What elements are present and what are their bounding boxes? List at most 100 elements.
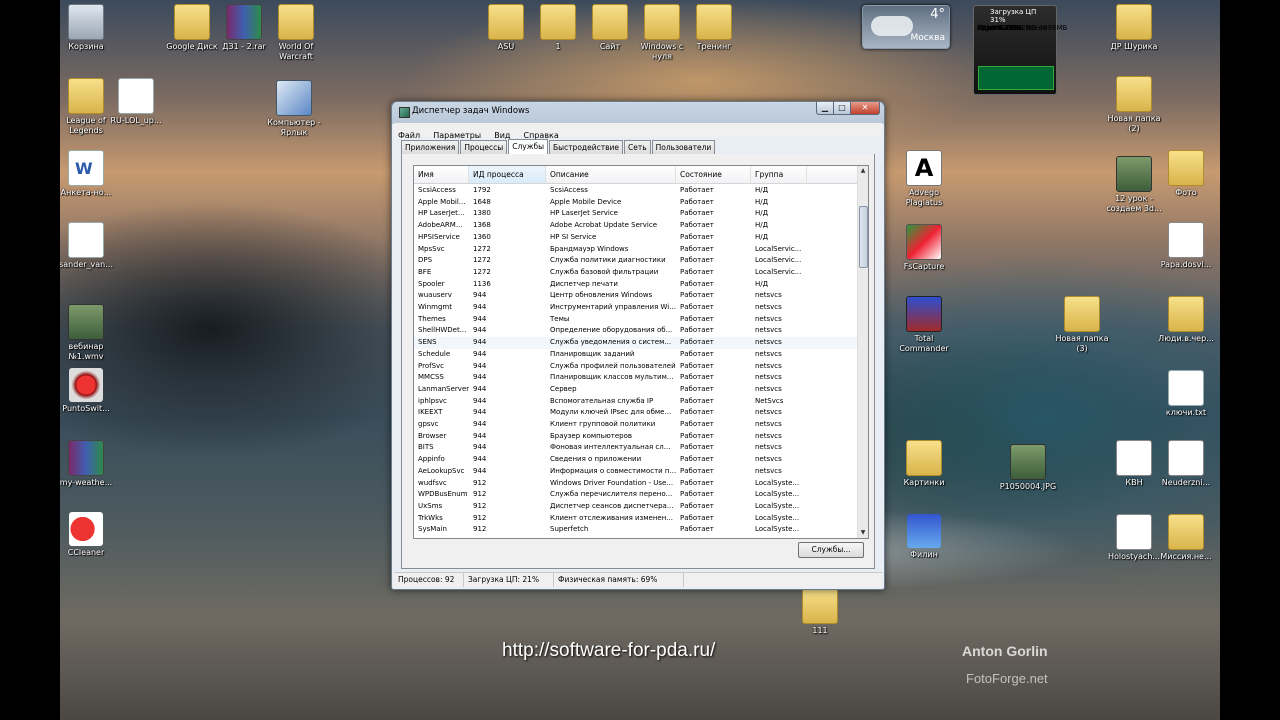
desktop-icon-my-weather[interactable]: my-weathe...	[60, 440, 118, 488]
table-row[interactable]: wudfsvc 912 Windows Driver Foundation - Us…	[414, 478, 857, 490]
scroll-down-arrow-icon[interactable]: ▼	[858, 528, 868, 538]
table-row[interactable]: ScsiAccess 1792 ScsiAccess Работает Н/Д	[414, 185, 857, 197]
service-description: Клиент групповой политики	[550, 420, 656, 428]
table-row[interactable]: ProfSvc 944 Служба профилей пользователей Р…	[414, 361, 857, 373]
desktop-icon-training[interactable]: Тренинг	[682, 4, 746, 52]
desktop-icon-anketa[interactable]: Анкета-но...	[60, 150, 118, 198]
table-row[interactable]: BITS 944 Фоновая интеллектуальная сл... Раб…	[414, 442, 857, 454]
table-row[interactable]: AdobeARM... 1368 Adobe Acrobat Update Serv…	[414, 220, 857, 232]
table-row[interactable]: IKEEXT 944 Модули ключей IPsec для обме...…	[414, 407, 857, 419]
desktop-icon-mib[interactable]: Люди.в.чер...	[1154, 296, 1218, 344]
desktop-icon-new-folder-2[interactable]: Новая папка (2)	[1102, 76, 1166, 134]
desktop-icon-webinar[interactable]: вебинар №1.wmv	[60, 304, 118, 362]
column-header-pid[interactable]: ИД процесса	[469, 166, 546, 183]
table-row[interactable]: HP LaserJet... 1380 HP LaserJet Service Раб…	[414, 208, 857, 220]
folder-icon	[174, 4, 210, 40]
desktop-icon-neuderzni[interactable]: Neuderzni...	[1154, 440, 1218, 488]
cpu-meter-gadget[interactable]: Загрузка ЦП 31% Исполь Своб Всего 2813МБ…	[973, 5, 1067, 95]
task-manager-window[interactable]: Диспетчер задач Windows ▁ □ ✕ Файл Парам…	[391, 101, 885, 590]
column-header-status[interactable]: Состояние	[676, 166, 751, 183]
scroll-up-arrow-icon[interactable]: ▲	[858, 166, 868, 176]
table-row[interactable]: BFE 1272 Служба базовой фильтрации Работает…	[414, 267, 857, 279]
service-pid: 1360	[473, 232, 491, 241]
desktop-icon-wow[interactable]: World Of Warcraft	[264, 4, 328, 62]
table-row[interactable]: Schedule 944 Планировщик заданий Работает ne…	[414, 349, 857, 361]
service-description: Служба перечислителя перено...	[550, 490, 673, 499]
desktop-icon-mission[interactable]: Миссия.не...	[1154, 514, 1218, 562]
table-row[interactable]: SysMain 912 Superfetch Работает LocalSyste..…	[414, 524, 857, 536]
column-header-group[interactable]: Группа	[751, 166, 807, 183]
tab-services[interactable]: Службы	[508, 139, 548, 155]
desktop-icon-fscapture[interactable]: FsCapture	[892, 224, 956, 272]
table-row[interactable]: HPSIService 1360 HP SI Service Работает Н/Д	[414, 232, 857, 244]
weather-gadget[interactable]: 4° Москва	[862, 5, 950, 49]
table-row[interactable]: Apple Mobil... 1648 Apple Mobile Device Раб…	[414, 197, 857, 209]
services-button[interactable]: Службы...	[798, 542, 864, 558]
close-button[interactable]: ✕	[850, 102, 880, 115]
desktop-icon-computer[interactable]: Компьютер - Ярлык	[262, 80, 326, 138]
desktop-icon-advego[interactable]: A Advego Plagiatus	[892, 150, 956, 208]
service-description: Клиент отслеживания изменен...	[550, 513, 673, 522]
table-row[interactable]: LanmanServer 944 Сервер Работает netsvcs	[414, 384, 857, 396]
desktop-icon-sander[interactable]: sander_van...	[60, 222, 118, 270]
table-row[interactable]: Appinfo 944 Сведения о приложении Работает n…	[414, 454, 857, 466]
minimize-button[interactable]: ▁	[816, 102, 834, 115]
service-name: HP LaserJet...	[418, 209, 465, 218]
service-pid: 944	[473, 303, 487, 311]
desktop-icon-foto[interactable]: Фото	[1154, 150, 1218, 198]
tab-users[interactable]: Пользователи	[651, 140, 716, 154]
services-list[interactable]: Имя ИД процесса Описание Состояние Групп…	[413, 165, 869, 539]
table-row[interactable]: TrkWks 912 Клиент отслеживания изменен... Р…	[414, 513, 857, 525]
scroll-thumb[interactable]	[859, 206, 868, 268]
table-row[interactable]: Browser 944 Браузер компьютеров Работает net…	[414, 431, 857, 443]
table-row[interactable]: UxSms 912 Диспетчер сеансов диспетчера... Р…	[414, 501, 857, 513]
service-group: NetSvcs	[755, 396, 784, 405]
desktop-icon-ru-lol[interactable]: RU-LOL_up...	[104, 78, 168, 126]
maximize-button[interactable]: □	[833, 102, 851, 115]
desktop-icon-new-folder-3[interactable]: Новая папка (3)	[1050, 296, 1114, 354]
table-row[interactable]: gpsvc 944 Клиент групповой политики Работае…	[414, 419, 857, 431]
watermark-site: FotoForge.net	[966, 671, 1048, 686]
table-row[interactable]: wuauserv 944 Центр обновления Windows Работ…	[414, 290, 857, 302]
tab-network[interactable]: Сеть	[623, 140, 651, 154]
table-row[interactable]: WPDBusEnum 912 Служба перечислителя перено…	[414, 489, 857, 501]
table-row[interactable]: Themes 944 Темы Работает netsvcs	[414, 314, 857, 326]
table-row[interactable]: Winmgmt 944 Инструментарий управления Wi..…	[414, 302, 857, 314]
desktop-icon-recycle-bin[interactable]: Корзина	[60, 4, 118, 52]
tab-performance[interactable]: Быстродействие	[549, 140, 623, 154]
service-name: Schedule	[418, 349, 451, 358]
table-row[interactable]: ShellHWDet... 944 Определение оборудования…	[414, 325, 857, 337]
column-header-description[interactable]: Описание	[546, 166, 676, 183]
tab-applications[interactable]: Приложения	[401, 140, 460, 154]
table-row[interactable]: iphlpsvc 944 Вспомогательная служба IP Рабо…	[414, 396, 857, 408]
service-group: Н/Д	[755, 197, 769, 206]
table-row[interactable]: Spooler 1136 Диспетчер печати Работает Н/Д	[414, 279, 857, 291]
service-pid: 912	[473, 501, 487, 510]
desktop-icon-total-commander[interactable]: Total Commander	[892, 296, 956, 354]
vertical-scrollbar[interactable]: ▲ ▼	[857, 166, 868, 538]
avi-icon	[1116, 440, 1152, 476]
service-status: Работает	[680, 314, 714, 323]
column-header-name[interactable]: Имя	[414, 166, 469, 183]
title-bar[interactable]: Диспетчер задач Windows ▁ □ ✕	[392, 102, 884, 122]
status-processes: Процессов: 92	[394, 573, 464, 587]
table-row[interactable]: MMCSS 944 Планировщик классов мультим... Ра…	[414, 372, 857, 384]
table-row[interactable]: AeLookupSvc 944 Информация о совместимости…	[414, 466, 857, 478]
table-row[interactable]: SENS 944 Служба уведомления о систем... Раб…	[414, 337, 857, 349]
table-row[interactable]: DPS 1272 Служба политики диагностики Работа…	[414, 255, 857, 267]
service-pid: 912	[473, 478, 487, 487]
desktop-icon-filin[interactable]: Филин	[892, 514, 956, 560]
desktop-icon-ccleaner[interactable]: CCleaner	[60, 512, 118, 558]
table-row[interactable]: MpsSvc 1272 Брандмауэр Windows Работает Loca…	[414, 244, 857, 256]
desktop-icon-p1050004[interactable]: P1050004.JPG	[996, 444, 1060, 492]
desktop-icon-papa[interactable]: Papa.dosvi...	[1154, 222, 1218, 270]
service-name: TrkWks	[418, 513, 443, 522]
desktop-icon-111[interactable]: 111	[788, 588, 852, 636]
status-bar: Процессов: 92 Загрузка ЦП: 21% Физическа…	[394, 572, 882, 587]
service-group: Н/Д	[755, 221, 769, 230]
service-pid: 1272	[473, 256, 491, 265]
desktop-icon-pictures[interactable]: Картинки	[892, 440, 956, 488]
tab-processes[interactable]: Процессы	[460, 140, 508, 154]
desktop-icon-punto[interactable]: PuntoSwit...	[60, 368, 118, 414]
desktop-icon-keys[interactable]: ключи.txt	[1154, 370, 1218, 418]
